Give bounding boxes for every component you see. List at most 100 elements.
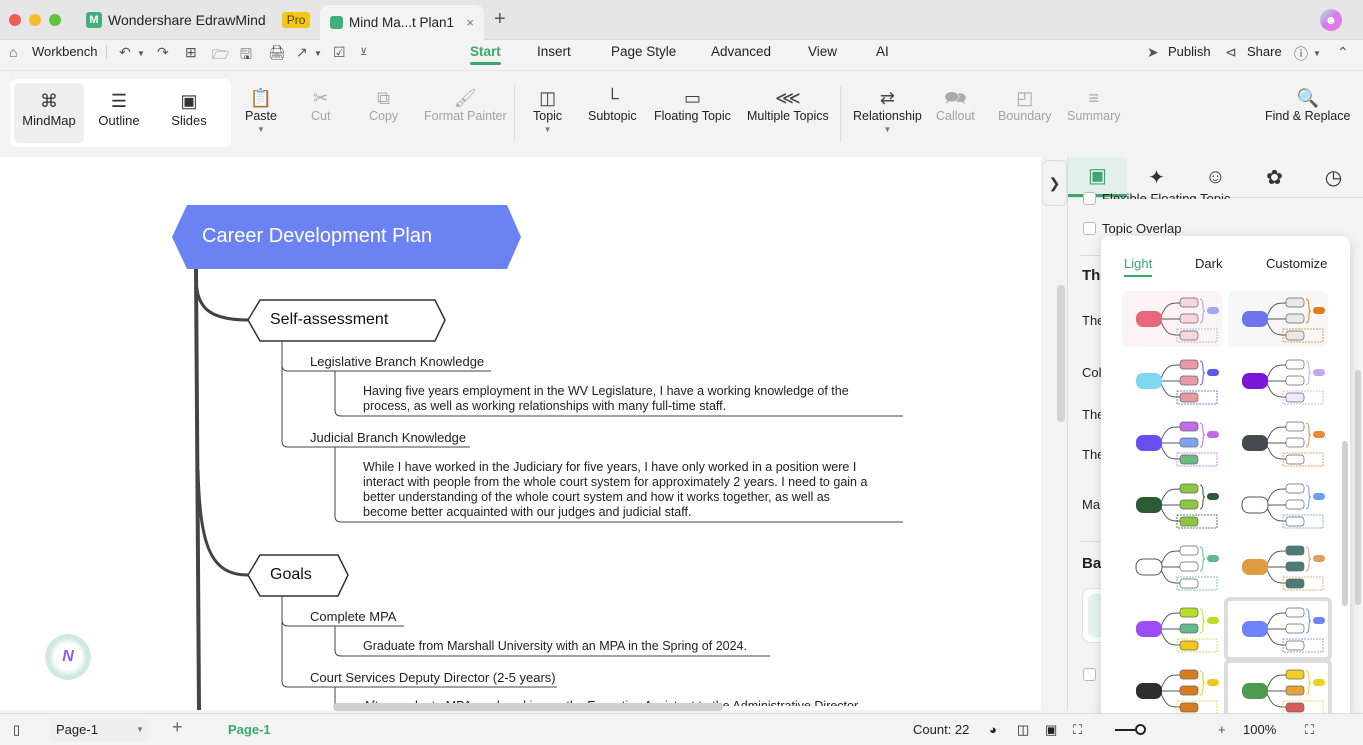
preview-connector bbox=[1159, 550, 1181, 584]
page-select[interactable]: Page-1 ▼ bbox=[50, 718, 148, 742]
theme-preview bbox=[1242, 545, 1325, 591]
theme-thumbnail[interactable] bbox=[1122, 539, 1222, 595]
share-icon[interactable]: ⊲ bbox=[1225, 44, 1237, 61]
page-tab[interactable]: Page-1 bbox=[228, 722, 271, 737]
preview-topic bbox=[1179, 516, 1199, 527]
preview-center bbox=[1135, 558, 1163, 576]
theme-thumbnail[interactable] bbox=[1228, 415, 1328, 471]
theme-thumbnail[interactable] bbox=[1122, 415, 1222, 471]
subtopic[interactable]: Legislative Branch Knowledge bbox=[310, 354, 484, 369]
theme-thumbnail[interactable] bbox=[1122, 477, 1222, 533]
branch-connector bbox=[194, 274, 249, 322]
preview-summary-topic bbox=[1207, 369, 1219, 376]
theme-tab-dark[interactable]: Dark bbox=[1195, 256, 1222, 271]
background-checkbox[interactable] bbox=[1083, 668, 1096, 681]
theme-preview bbox=[1242, 421, 1325, 467]
preview-topic bbox=[1179, 454, 1199, 465]
find-replace-label: Find & Replace bbox=[1265, 109, 1351, 123]
zoom-slider-handle[interactable] bbox=[1135, 724, 1146, 735]
user-avatar[interactable]: ☻ bbox=[1320, 9, 1342, 31]
subtopic[interactable]: Judicial Branch Knowledge bbox=[310, 430, 466, 445]
popup-scrollbar[interactable] bbox=[1342, 441, 1348, 606]
panel-tab-history[interactable]: ◷ bbox=[1304, 157, 1363, 197]
preview-center bbox=[1136, 683, 1162, 699]
preview-topic bbox=[1285, 607, 1305, 618]
note-line: become better acquainted with our judges… bbox=[363, 505, 692, 519]
preview-topic bbox=[1285, 421, 1305, 432]
publish-icon[interactable]: ➤ bbox=[1147, 44, 1159, 61]
book-view-icon[interactable]: ◫ bbox=[1017, 722, 1029, 738]
subtopic[interactable]: Court Services Deputy Director (2-5 year… bbox=[310, 670, 556, 685]
note-line: interact with people from the whole cour… bbox=[363, 475, 868, 489]
preview-summary bbox=[1305, 422, 1312, 448]
topic-overlap-checkbox[interactable] bbox=[1083, 222, 1096, 235]
add-page-button[interactable]: + bbox=[172, 717, 183, 738]
canvas-vertical-scrollbar[interactable] bbox=[1057, 285, 1065, 422]
topic-count: Count: 22 bbox=[913, 722, 970, 737]
theme-thumbnail[interactable] bbox=[1122, 663, 1222, 719]
preview-connector bbox=[1265, 426, 1287, 460]
preview-connector bbox=[1159, 364, 1181, 398]
preview-topic bbox=[1179, 623, 1199, 634]
map-row-label: Ma bbox=[1082, 497, 1101, 512]
fit-screen-icon[interactable]: ⛶ bbox=[1305, 722, 1314, 738]
preview-center bbox=[1136, 621, 1162, 637]
panel-tab-theme[interactable]: ✿ bbox=[1245, 157, 1304, 197]
ai-assistant-button[interactable]: N bbox=[45, 634, 91, 680]
topic-overlap-label: Topic Overlap bbox=[1102, 221, 1182, 236]
subtopic[interactable]: Complete MPA bbox=[310, 609, 396, 624]
theme-thumbnail[interactable] bbox=[1228, 477, 1328, 533]
help-dropdown-icon[interactable]: ▼ bbox=[1313, 49, 1321, 58]
preview-topic bbox=[1179, 561, 1199, 572]
publish-button[interactable]: Publish bbox=[1168, 44, 1211, 59]
preview-topic bbox=[1179, 640, 1199, 651]
theme-thumbnail[interactable] bbox=[1228, 291, 1328, 347]
fullscreen-icon[interactable]: ⛶ bbox=[1073, 722, 1082, 738]
mindmap-connectors bbox=[172, 205, 903, 710]
theme-preview bbox=[1136, 421, 1219, 467]
find-replace-button[interactable]: 🔍 Find & Replace bbox=[1265, 87, 1350, 123]
preview-summary bbox=[1305, 360, 1312, 386]
subtopic-note[interactable]: Graduate from Marshall University with a… bbox=[363, 639, 747, 654]
preview-summary-topic bbox=[1207, 431, 1219, 438]
theme-thumbnail[interactable] bbox=[1228, 539, 1328, 595]
preview-summary-topic bbox=[1313, 679, 1325, 686]
theme-thumbnail[interactable] bbox=[1228, 353, 1328, 409]
preview-summary-topic bbox=[1207, 679, 1219, 686]
toggle-sidebar-icon[interactable]: ▯ bbox=[13, 722, 20, 738]
theme-tab-light[interactable]: Light bbox=[1124, 256, 1153, 277]
summary-button[interactable]: ≡ Summary bbox=[1067, 87, 1120, 123]
theme-toggle-icon[interactable]: ◕ bbox=[989, 722, 997, 737]
theme-thumbnail[interactable] bbox=[1122, 353, 1222, 409]
theme-popup: Light Dark Customize bbox=[1101, 236, 1350, 726]
fit-page-icon[interactable]: ▣ bbox=[1045, 722, 1057, 738]
canvas-horizontal-scrollbar[interactable] bbox=[333, 703, 723, 711]
theme-thumbnail[interactable] bbox=[1122, 601, 1222, 657]
preview-connector bbox=[1265, 302, 1287, 336]
preview-center bbox=[1242, 621, 1268, 637]
preview-topic bbox=[1285, 578, 1305, 589]
help-icon[interactable]: ⓘ bbox=[1294, 44, 1308, 64]
flexible-floating-topic-checkbox[interactable] bbox=[1083, 192, 1096, 205]
zoom-in-button[interactable]: + bbox=[1218, 722, 1226, 737]
note-line: process, as well as working relationship… bbox=[363, 399, 727, 413]
theme-thumbnail[interactable] bbox=[1122, 291, 1222, 347]
theme-flower-icon: ✿ bbox=[1266, 166, 1283, 189]
collapse-ribbon-icon[interactable]: ⌃ bbox=[1337, 44, 1349, 61]
subtopic-note[interactable]: Having five years employment in the WV L… bbox=[363, 384, 849, 414]
theme-preview bbox=[1242, 607, 1325, 653]
theme-thumbnail[interactable] bbox=[1224, 597, 1332, 661]
main-topic-self-assessment[interactable]: Self-assessment bbox=[270, 311, 388, 329]
main-topic-goals[interactable]: Goals bbox=[270, 566, 312, 584]
theme-tab-customize[interactable]: Customize bbox=[1266, 256, 1327, 271]
preview-center bbox=[1136, 497, 1162, 513]
panel-collapse-button[interactable]: ❯ bbox=[1042, 160, 1067, 206]
preview-topic bbox=[1285, 437, 1305, 448]
panel-scrollbar[interactable] bbox=[1355, 370, 1361, 605]
color-row-label: Col bbox=[1082, 365, 1102, 380]
subtopic-note[interactable]: While I have worked in the Judiciary for… bbox=[363, 460, 867, 520]
share-button[interactable]: Share bbox=[1247, 44, 1282, 59]
zoom-level[interactable]: 100% bbox=[1243, 722, 1276, 737]
preview-summary-topic bbox=[1313, 617, 1325, 624]
root-topic[interactable]: Career Development Plan bbox=[202, 225, 432, 248]
